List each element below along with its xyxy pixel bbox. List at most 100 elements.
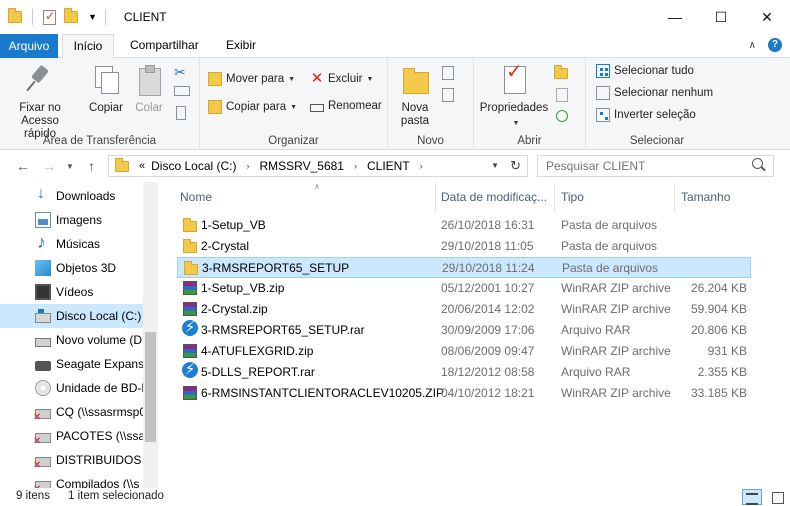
nav-item-downloads[interactable]: Downloads	[0, 184, 143, 208]
file-row[interactable]: 2-Crystal 29/10/2018 11:05 Pasta de arqu…	[177, 236, 751, 257]
status-bar: 9 itens 1 item selecionado	[0, 488, 790, 506]
tab-home[interactable]: Início	[62, 34, 114, 59]
tab-file[interactable]: Arquivo	[0, 34, 58, 58]
chevron-right-icon[interactable]: ›	[420, 161, 423, 171]
file-date: 05/12/2001 10:27	[441, 281, 535, 295]
search-input[interactable]	[537, 155, 774, 177]
select-none-button[interactable]: Selecionar nenhum	[596, 86, 713, 100]
file-size: 33.185 KB	[690, 386, 747, 400]
cut-icon[interactable]: ✂	[174, 64, 190, 80]
file-row[interactable]: 6-RMSINSTANTCLIENTORACLEV10205.ZIP 04/10…	[177, 383, 751, 404]
refresh-icon[interactable]: ↻	[510, 158, 521, 174]
file-row[interactable]: 1-Setup_VB 26/10/2018 16:31 Pasta de arq…	[177, 215, 751, 236]
tab-share[interactable]: Compartilhar	[120, 34, 209, 58]
file-date: 04/10/2012 18:21	[441, 386, 535, 400]
column-header-size[interactable]: Tamanho	[675, 182, 757, 212]
tab-view[interactable]: Exibir	[216, 34, 266, 58]
move-folder-icon	[208, 72, 222, 86]
maximize-button[interactable]: ☐	[698, 0, 744, 34]
copy-to-button[interactable]: Copiar para ▼	[208, 100, 297, 114]
rename-button[interactable]: Renomear	[310, 100, 382, 112]
optical-drive-icon	[35, 380, 51, 396]
up-icon[interactable]: ↑	[88, 158, 95, 174]
large-icons-view-icon[interactable]	[770, 490, 784, 504]
hard-drive-icon	[35, 337, 51, 347]
breadcrumb-item[interactable]: RMSSRV_5681	[259, 159, 344, 173]
paste-button[interactable]: Colar	[128, 64, 170, 115]
search-icon	[752, 158, 763, 169]
breadcrumb-item[interactable]: CLIENT	[367, 159, 410, 173]
new-folder-button[interactable]: Nova pasta	[394, 64, 436, 128]
nav-item-local-disk[interactable]: Disco Local (C:)	[0, 304, 143, 328]
file-row[interactable]: 1-Setup_VB.zip 05/12/2001 10:27 WinRAR Z…	[177, 278, 751, 299]
nav-item-bd-drive[interactable]: Unidade de BD-R	[0, 376, 143, 400]
file-size: 2.355 KB	[697, 365, 747, 379]
address-history-icon[interactable]: ▼	[491, 161, 499, 170]
help-icon[interactable]: ?	[768, 38, 782, 52]
nav-item-cq[interactable]: CQ (\\ssasrmsp0	[0, 400, 143, 424]
collapse-ribbon-icon[interactable]: ∧	[749, 40, 756, 51]
select-all-button[interactable]: Selecionar tudo	[596, 64, 694, 78]
organize-group: Mover para ▼ Copiar para ▼ ✕ Excluir ▼ Reno…	[200, 58, 388, 150]
copy-path-icon[interactable]	[174, 86, 190, 96]
new-item-icon[interactable]	[442, 66, 454, 80]
delete-label: Excluir	[328, 73, 363, 85]
address-row: ← → ▼ ↑ « Disco Local (C:) › RMSSRV_5681…	[0, 150, 790, 182]
forward-icon[interactable]: →	[42, 158, 56, 174]
nav-item-label: Imagens	[56, 213, 103, 227]
back-icon[interactable]: ←	[16, 158, 30, 174]
chevron-down-icon: ▼	[290, 103, 298, 111]
file-row[interactable]: 4-ATUFLEXGRID.zip 08/06/2009 09:47 WinRA…	[177, 341, 751, 362]
copy-button[interactable]: Copiar	[84, 64, 128, 115]
file-row-selected[interactable]: 3-RMSREPORT65_SETUP 29/10/2018 11:24 Pas…	[177, 257, 751, 278]
history-icon[interactable]	[556, 110, 568, 122]
file-row[interactable]: 5-DLLS_REPORT.rar 18/12/2012 08:58 Arqui…	[177, 362, 751, 383]
window-title: CLIENT	[123, 10, 167, 24]
nav-item-seagate[interactable]: Seagate Expansio	[0, 352, 143, 376]
column-header-name[interactable]: ∧ Nome	[174, 182, 436, 212]
new-group: Nova pasta Novo	[388, 58, 474, 150]
ribbon: Fixar no Acesso rápido Copiar Colar ✂ Ár…	[0, 58, 790, 150]
properties-button[interactable]: Propriedades ▼	[478, 64, 550, 130]
file-date: 29/10/2018 11:24	[442, 261, 535, 275]
easy-access-icon[interactable]	[442, 88, 454, 102]
file-row[interactable]: 3-RMSREPORT65_SETUP.rar 30/09/2009 17:06…	[177, 320, 751, 341]
recent-locations-icon[interactable]: ▼	[66, 162, 74, 171]
nav-scrollbar[interactable]	[143, 182, 158, 488]
breadcrumb-item[interactable]: Disco Local (C:)	[151, 159, 236, 173]
open-icon[interactable]	[554, 65, 568, 79]
nav-item-distribuidos[interactable]: DISTRIBUIDOS (\\	[0, 448, 143, 472]
properties-quick-icon[interactable]	[43, 9, 56, 25]
quick-access-customize-icon[interactable]: ▼	[88, 12, 97, 22]
file-type: WinRAR ZIP archive	[561, 302, 671, 316]
column-header-date[interactable]: Data de modificaç...	[435, 182, 555, 212]
minimize-button[interactable]: —	[652, 0, 698, 34]
nav-item-new-volume[interactable]: Novo volume (D	[0, 328, 143, 352]
breadcrumb-overflow[interactable]: «	[139, 160, 145, 172]
column-header-type[interactable]: Tipo	[555, 182, 675, 212]
nav-item-compilados[interactable]: Compilados (\\s	[0, 472, 143, 488]
videos-icon	[35, 284, 51, 300]
invert-selection-button[interactable]: Inverter seleção	[596, 108, 696, 122]
file-row[interactable]: 2-Crystal.zip 20/06/2014 12:02 WinRAR ZI…	[177, 299, 751, 320]
close-button[interactable]: ✕	[744, 0, 790, 34]
chevron-right-icon[interactable]: ›	[246, 161, 249, 171]
chevron-right-icon[interactable]: ›	[354, 161, 357, 171]
nav-item-pacotes[interactable]: PACOTES (\\ssas	[0, 424, 143, 448]
nav-item-pictures[interactable]: Imagens	[0, 208, 143, 232]
nav-scrollbar-thumb[interactable]	[145, 332, 156, 442]
window-controls: — ☐ ✕	[652, 0, 790, 34]
edit-icon[interactable]	[556, 88, 568, 102]
pin-quick-access-button[interactable]: Fixar no Acesso rápido	[6, 64, 74, 141]
new-folder-quick-icon[interactable]	[64, 8, 78, 23]
nav-item-label: CQ (\\ssasrmsp0	[56, 405, 143, 419]
nav-item-videos[interactable]: Vídeos	[0, 280, 143, 304]
details-view-icon[interactable]	[742, 489, 762, 505]
paste-shortcut-icon[interactable]	[176, 106, 186, 120]
delete-button[interactable]: ✕ Excluir ▼	[310, 71, 374, 86]
file-type: Pasta de arquivos	[561, 218, 658, 232]
nav-item-3d-objects[interactable]: Objetos 3D	[0, 256, 143, 280]
move-to-button[interactable]: Mover para ▼	[208, 72, 295, 86]
nav-item-music[interactable]: Músicas	[0, 232, 143, 256]
network-drive-disconnected-icon	[33, 408, 51, 423]
